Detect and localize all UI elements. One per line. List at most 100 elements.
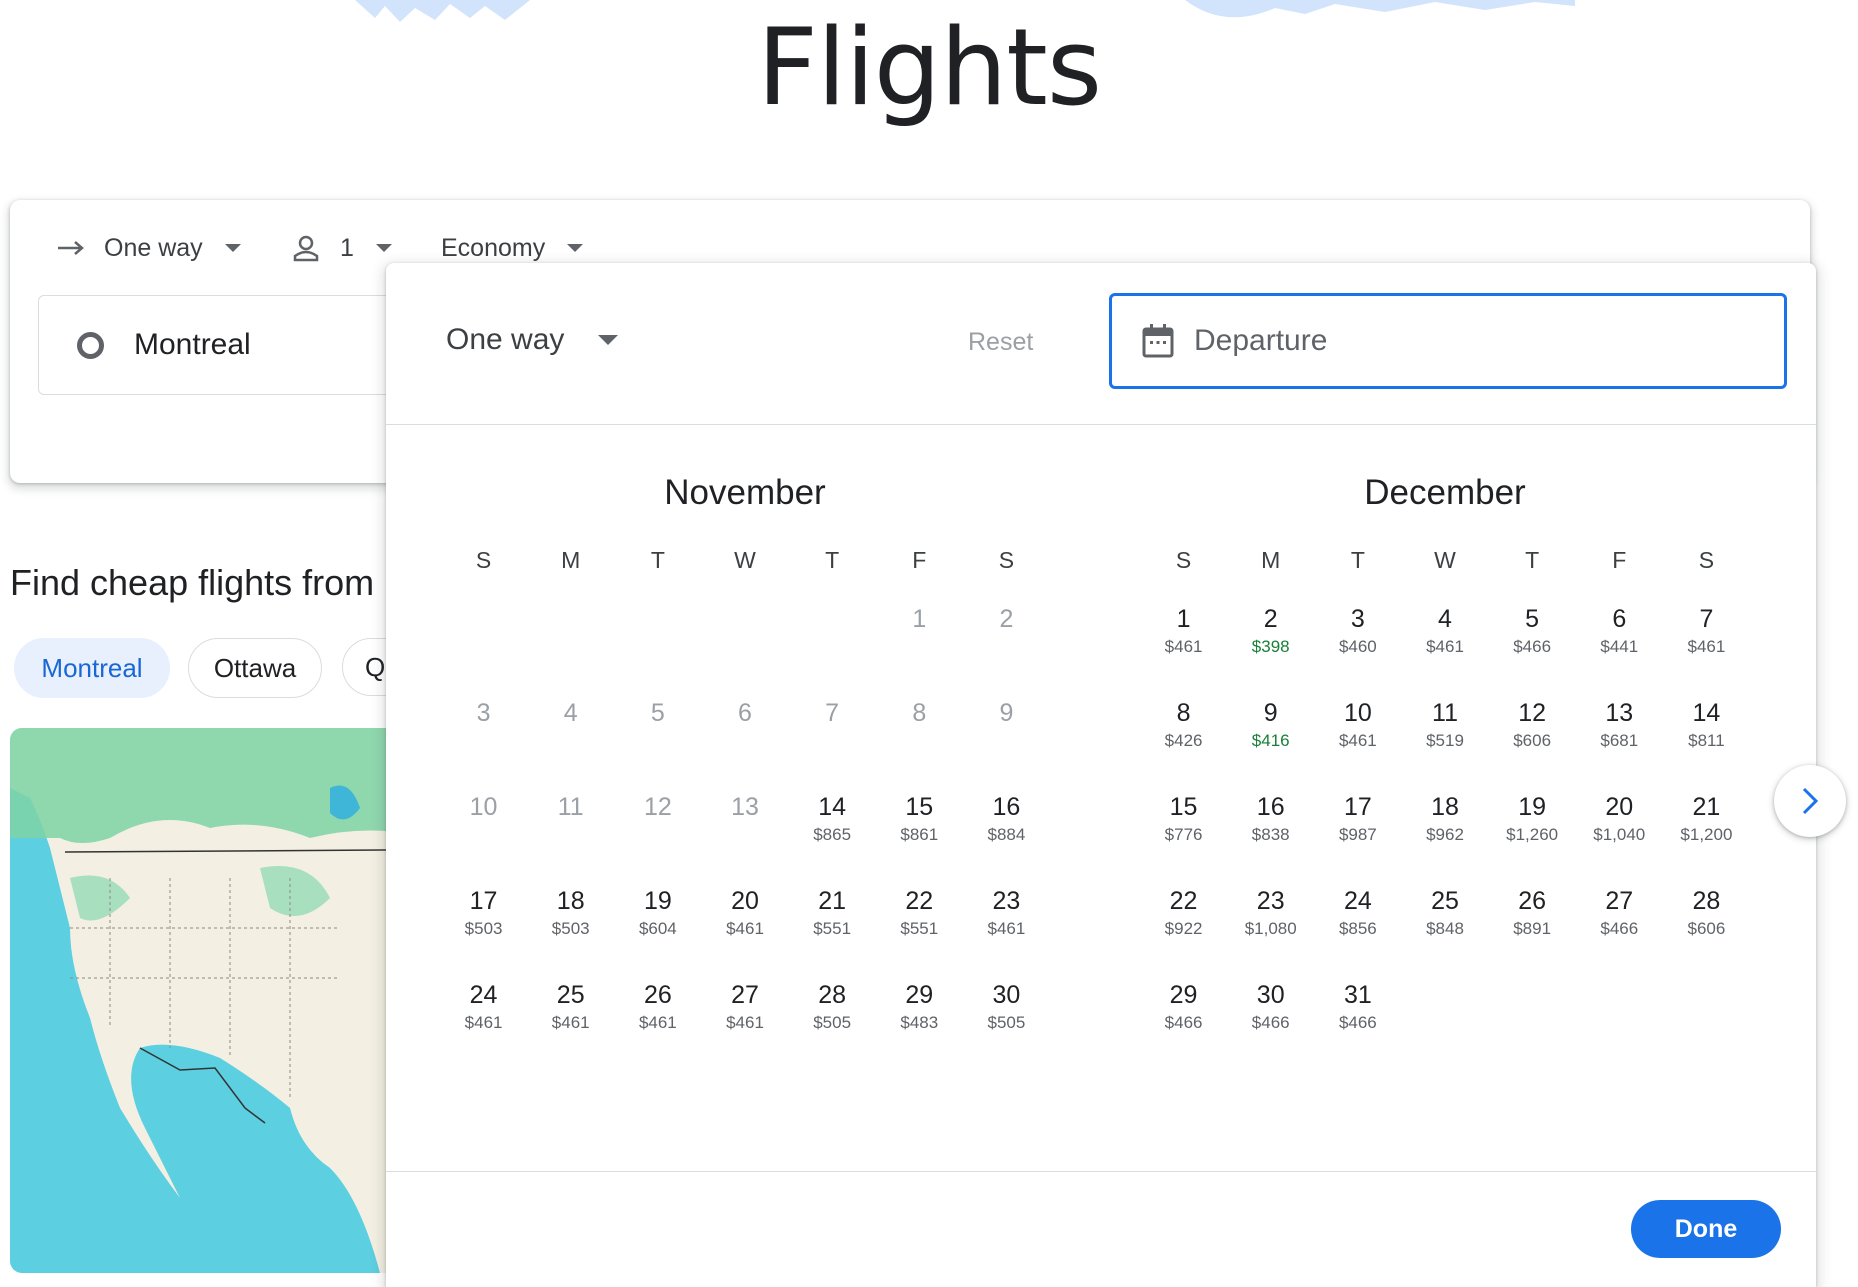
departure-input[interactable]: Departure xyxy=(1109,293,1787,389)
day-price: $606 xyxy=(1513,731,1552,750)
next-month-button[interactable] xyxy=(1774,765,1846,837)
day-number: 2 xyxy=(1263,605,1278,633)
day-price: $461 xyxy=(551,1013,590,1032)
day-price: $861 xyxy=(900,825,939,844)
day-number: 4 xyxy=(563,699,578,727)
day-cell[interactable]: 30 $505 xyxy=(963,971,1050,1065)
day-cell[interactable]: 18 $962 xyxy=(1401,783,1488,877)
day-price: $681 xyxy=(1600,731,1639,750)
day-cell: 10 xyxy=(440,783,527,877)
trip-type-select[interactable]: One way xyxy=(56,230,241,266)
day-cell[interactable]: 31 $466 xyxy=(1314,971,1401,1065)
day-cell[interactable]: 15 $861 xyxy=(876,783,963,877)
day-cell[interactable]: 12 $606 xyxy=(1489,689,1576,783)
weekday-header: S M T W T F S xyxy=(440,523,1050,595)
day-cell: 12 xyxy=(614,783,701,877)
day-number: 20 xyxy=(731,887,759,915)
day-cell[interactable]: 14 $811 xyxy=(1663,689,1750,783)
weekday-label: T xyxy=(1350,547,1365,573)
day-number: 3 xyxy=(476,699,491,727)
day-cell[interactable]: 17 $987 xyxy=(1314,783,1401,877)
day-cell[interactable]: 22 $551 xyxy=(876,877,963,971)
day-cell[interactable]: 10 $461 xyxy=(1314,689,1401,783)
day-number: 17 xyxy=(1343,793,1372,821)
day-cell[interactable]: 16 $884 xyxy=(963,783,1050,877)
day-cell[interactable]: 19 $604 xyxy=(614,877,701,971)
day-cell[interactable]: 28 $505 xyxy=(789,971,876,1065)
day-cell[interactable]: 29 $466 xyxy=(1140,971,1227,1065)
day-cell[interactable]: 16 $838 xyxy=(1227,783,1314,877)
day-number: 23 xyxy=(992,887,1021,915)
done-button[interactable]: Done xyxy=(1631,1200,1781,1258)
day-cell[interactable]: 11 $519 xyxy=(1401,689,1488,783)
day-cell[interactable]: 24 $461 xyxy=(440,971,527,1065)
day-cell[interactable]: 20 $1,040 xyxy=(1576,783,1663,877)
day-cell[interactable]: 5 $466 xyxy=(1489,595,1576,689)
day-cell[interactable]: 17 $503 xyxy=(440,877,527,971)
day-cell[interactable]: 7 $461 xyxy=(1663,595,1750,689)
day-number: 2 xyxy=(999,605,1014,633)
day-price: $811 xyxy=(1688,731,1725,750)
day-cell[interactable]: 25 $848 xyxy=(1401,877,1488,971)
chip-ottawa[interactable]: Ottawa xyxy=(188,638,322,698)
month-title: December xyxy=(1364,473,1526,512)
day-number: 29 xyxy=(905,981,934,1009)
day-number: 10 xyxy=(469,793,498,821)
day-cell[interactable]: 29 $483 xyxy=(876,971,963,1065)
day-cell[interactable]: 15 $776 xyxy=(1140,783,1227,877)
empty-day-cell xyxy=(614,595,701,689)
day-cell[interactable]: 20 $461 xyxy=(701,877,788,971)
explore-map[interactable] xyxy=(10,728,430,1273)
day-cell[interactable]: 25 $461 xyxy=(527,971,614,1065)
day-cell: 11 xyxy=(527,783,614,877)
day-cell[interactable]: 19 $1,260 xyxy=(1489,783,1576,877)
day-price: $848 xyxy=(1426,919,1464,938)
day-cell: 2 xyxy=(963,595,1050,689)
day-number: 5 xyxy=(650,699,665,727)
day-cell[interactable]: 4 $461 xyxy=(1401,595,1488,689)
day-number: 14 xyxy=(1692,699,1721,727)
day-cell[interactable]: 26 $891 xyxy=(1489,877,1576,971)
empty-day-cell xyxy=(789,595,876,689)
chip-montreal[interactable]: Montreal xyxy=(14,638,170,698)
day-cell[interactable]: 27 $461 xyxy=(701,971,788,1065)
day-number: 27 xyxy=(731,981,759,1009)
circle-icon xyxy=(77,331,104,359)
day-number: 15 xyxy=(905,793,934,821)
day-price: $461 xyxy=(726,1013,764,1032)
day-number: 14 xyxy=(818,793,847,821)
day-cell[interactable]: 24 $856 xyxy=(1314,877,1401,971)
day-cell[interactable]: 22 $922 xyxy=(1140,877,1227,971)
day-cell[interactable]: 2 $398 xyxy=(1227,595,1314,689)
day-number: 20 xyxy=(1605,793,1634,821)
picker-trip-type-select[interactable]: One way xyxy=(446,323,619,357)
day-number: 10 xyxy=(1343,699,1372,727)
day-cell[interactable]: 14 $865 xyxy=(789,783,876,877)
day-cell[interactable]: 18 $503 xyxy=(527,877,614,971)
day-price: $1,040 xyxy=(1593,825,1646,844)
cabin-class-select[interactable]: Economy xyxy=(441,230,584,266)
day-cell[interactable]: 23 $461 xyxy=(963,877,1050,971)
day-cell[interactable]: 28 $606 xyxy=(1663,877,1750,971)
calendar-icon xyxy=(1142,324,1174,358)
day-cell[interactable]: 1 $461 xyxy=(1140,595,1227,689)
day-cell[interactable]: 6 $441 xyxy=(1576,595,1663,689)
passengers-select[interactable]: 1 xyxy=(292,230,392,266)
day-cell[interactable]: 26 $461 xyxy=(614,971,701,1065)
day-cell[interactable]: 21 $1,200 xyxy=(1663,783,1750,877)
day-price: $416 xyxy=(1251,731,1290,750)
origin-field[interactable]: Montreal xyxy=(38,295,440,395)
day-cell[interactable]: 30 $466 xyxy=(1227,971,1314,1065)
day-cell[interactable]: 13 $681 xyxy=(1576,689,1663,783)
reset-button[interactable]: Reset xyxy=(968,328,1033,357)
day-cell[interactable]: 23 $1,080 xyxy=(1227,877,1314,971)
day-price: $1,260 xyxy=(1506,825,1559,844)
day-cell[interactable]: 8 $426 xyxy=(1140,689,1227,783)
week-row: 3 4 5 6 7 8 9 xyxy=(440,689,1050,783)
day-number: 29 xyxy=(1169,981,1198,1009)
day-cell[interactable]: 27 $466 xyxy=(1576,877,1663,971)
day-cell[interactable]: 21 $551 xyxy=(789,877,876,971)
trip-type-label: One way xyxy=(104,233,203,262)
day-cell[interactable]: 9 $416 xyxy=(1227,689,1314,783)
day-cell[interactable]: 3 $460 xyxy=(1314,595,1401,689)
